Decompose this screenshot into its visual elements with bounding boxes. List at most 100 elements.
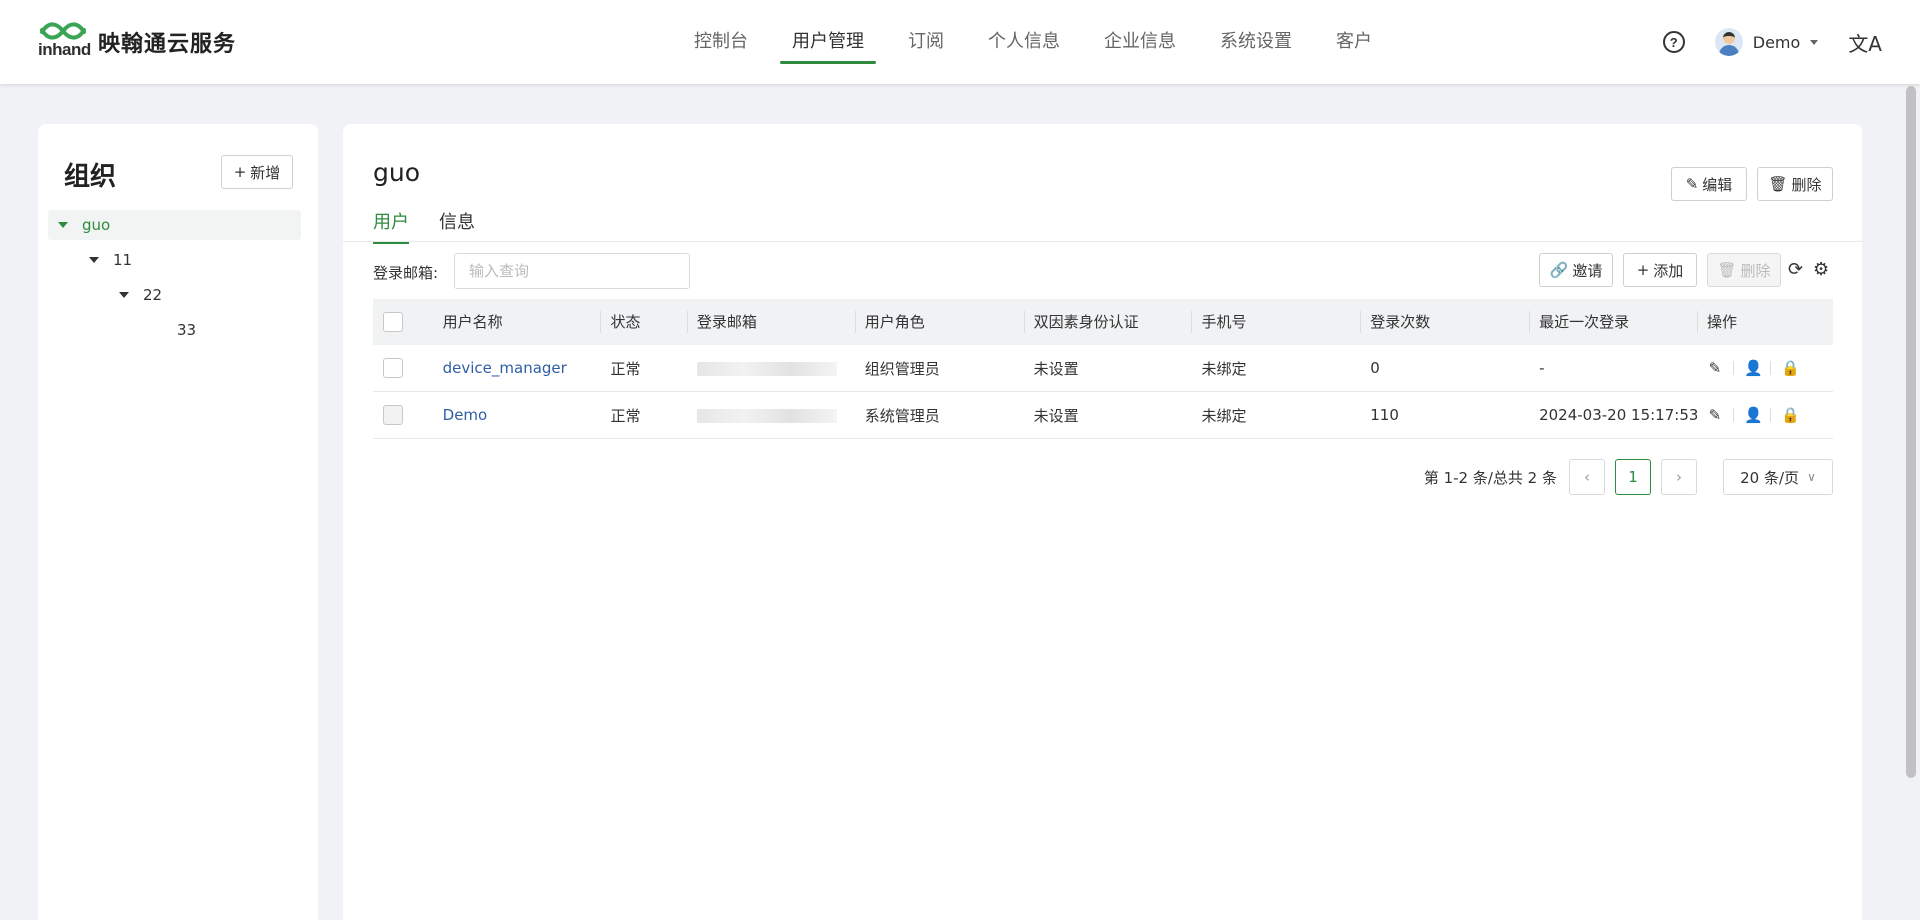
- users-table: 用户名称 状态 登录邮箱 用户角色 双因素身份认证 手机号 登录次数 最近一次登…: [373, 299, 1833, 439]
- nav-system-settings[interactable]: 系统设置: [1198, 0, 1314, 84]
- user-transfer-icon[interactable]: 👤: [1744, 359, 1763, 377]
- user-menu[interactable]: Demo: [1714, 28, 1819, 56]
- org-panel: 组织 + 新增 guo 11 22 33: [38, 124, 318, 920]
- edit-pencil-icon[interactable]: ✎: [1707, 359, 1723, 377]
- caret-down-icon[interactable]: [89, 257, 99, 263]
- invite-label: 邀请: [1572, 261, 1603, 280]
- page-number-button[interactable]: 1: [1615, 459, 1651, 495]
- user-phone: 未绑定: [1201, 406, 1247, 425]
- add-org-label: 新增: [250, 163, 281, 182]
- prev-page-button[interactable]: ‹: [1569, 459, 1605, 495]
- col-header-2fa[interactable]: 双因素身份认证: [1023, 311, 1192, 333]
- invite-button[interactable]: 🔗 邀请: [1539, 253, 1613, 287]
- caret-down-icon[interactable]: [58, 222, 68, 228]
- select-all-checkbox[interactable]: [383, 312, 403, 332]
- nav-enterprise-info[interactable]: 企业信息: [1082, 0, 1198, 84]
- nav-dashboard[interactable]: 控制台: [672, 0, 770, 84]
- help-icon[interactable]: ?: [1662, 31, 1685, 53]
- org-panel-title: 组织: [64, 162, 117, 192]
- chevron-left-icon: ‹: [1584, 468, 1590, 486]
- user-phone: 未绑定: [1201, 359, 1247, 378]
- tree-node-33[interactable]: 33: [48, 315, 301, 345]
- user-login-count: 0: [1370, 359, 1380, 377]
- user-status: 正常: [610, 359, 641, 378]
- tree-node-22[interactable]: 22: [48, 280, 301, 310]
- user-login-count: 110: [1370, 406, 1399, 424]
- tree-node-label: guo: [82, 216, 111, 234]
- inhand-logo: inhand: [38, 20, 91, 64]
- col-header-role[interactable]: 用户角色: [854, 311, 1024, 333]
- lock-icon: 🔒: [1780, 406, 1800, 424]
- user-name: Demo: [1752, 32, 1801, 52]
- col-header-name[interactable]: 用户名称: [433, 311, 601, 333]
- avatar: [1714, 28, 1743, 56]
- col-header-phone[interactable]: 手机号: [1191, 311, 1360, 333]
- row-actions: ✎ 👤 🔒: [1697, 359, 1833, 377]
- tree-node-11[interactable]: 11: [48, 245, 301, 275]
- tree-node-label: 11: [113, 251, 133, 269]
- email-search-input[interactable]: [454, 253, 690, 289]
- pencil-icon: ✎: [1685, 175, 1699, 193]
- tree-node-guo[interactable]: guo: [48, 210, 301, 240]
- col-header-login-count[interactable]: 登录次数: [1360, 311, 1529, 333]
- tab-users[interactable]: 用户: [373, 208, 409, 244]
- col-header-email[interactable]: 登录邮箱: [686, 311, 855, 333]
- user-last-login: -: [1539, 359, 1545, 377]
- brand[interactable]: inhand 映翰通云服务: [38, 20, 236, 64]
- row-actions: ✎ 👤 🔒: [1697, 406, 1833, 424]
- refresh-icon[interactable]: ⟳: [1788, 259, 1803, 280]
- table-row: device_manager 正常 组织管理员 未设置 未绑定 0 - ✎ 👤 …: [373, 345, 1833, 392]
- user-email: [687, 359, 855, 377]
- nav-user-management[interactable]: 用户管理: [770, 0, 886, 84]
- row-select-cell: [373, 358, 433, 378]
- user-name-link[interactable]: Demo: [433, 406, 601, 424]
- nav-dashboard-label: 控制台: [694, 31, 748, 52]
- trash-icon: 🗑: [1717, 261, 1737, 279]
- chevron-down-icon: [1810, 39, 1819, 45]
- pagination: 第 1-2 条/总共 2 条 ‹ 1 › 20 条/页 ∨: [343, 459, 1833, 495]
- add-user-button[interactable]: + 添加: [1623, 253, 1697, 287]
- table-row: Demo 正常 系统管理员 未设置 未绑定 110 2024-03-20 15:…: [373, 392, 1833, 439]
- row-select-cell: [373, 405, 433, 425]
- user-2fa: 未设置: [1033, 359, 1079, 378]
- col-header-status[interactable]: 状态: [600, 311, 686, 333]
- edit-button[interactable]: ✎ 编辑: [1671, 167, 1747, 201]
- caret-down-icon[interactable]: [119, 292, 129, 298]
- plus-icon: +: [1636, 261, 1650, 279]
- language-icon[interactable]: 文A: [1848, 28, 1882, 57]
- filter-label: 登录邮箱:: [373, 264, 439, 282]
- tree-node-label: 33: [177, 321, 197, 339]
- org-tree: guo 11 22 33: [48, 210, 301, 350]
- gear-icon[interactable]: ⚙: [1813, 259, 1829, 280]
- nav-subscription[interactable]: 订阅: [886, 0, 966, 84]
- user-role: 组织管理员: [864, 359, 940, 378]
- tabs: 用户 信息: [373, 208, 505, 244]
- bulk-delete-button[interactable]: 🗑 删除: [1707, 253, 1781, 287]
- pagination-summary: 第 1-2 条/总共 2 条: [1423, 468, 1557, 487]
- scrollbar-thumb[interactable]: [1906, 86, 1916, 778]
- nav-customers[interactable]: 客户: [1314, 0, 1394, 84]
- lock-icon[interactable]: 🔒: [1781, 359, 1800, 377]
- add-org-button[interactable]: + 新增: [221, 155, 293, 189]
- tab-info[interactable]: 信息: [439, 208, 475, 244]
- next-page-button[interactable]: ›: [1661, 459, 1697, 495]
- bulk-delete-label: 删除: [1740, 261, 1771, 280]
- row-checkbox[interactable]: [383, 405, 403, 425]
- top-navbar: inhand 映翰通云服务 控制台 用户管理 订阅 个人信息 企业信息 系统设置…: [0, 0, 1920, 84]
- main-panel: guo ✎编辑 🗑删除 用户 信息 登录邮箱: 🔗邀请 +添加 🗑删除 ⟳ ⚙ …: [343, 124, 1862, 920]
- col-header-last-login[interactable]: 最近一次登录: [1529, 311, 1697, 333]
- col-header-actions: 操作: [1696, 311, 1833, 333]
- delete-org-button[interactable]: 🗑 删除: [1757, 167, 1833, 201]
- nav-personal-info[interactable]: 个人信息: [966, 0, 1082, 84]
- link-icon: 🔗: [1549, 261, 1569, 279]
- page-title: guo: [373, 158, 421, 187]
- edit-pencil-icon[interactable]: ✎: [1707, 406, 1723, 424]
- page-size-select[interactable]: 20 条/页 ∨: [1723, 459, 1833, 495]
- trash-icon: 🗑: [1768, 175, 1788, 193]
- table-header: 用户名称 状态 登录邮箱 用户角色 双因素身份认证 手机号 登录次数 最近一次登…: [373, 299, 1833, 345]
- row-checkbox[interactable]: [383, 358, 403, 378]
- chevron-down-icon: ∨: [1807, 470, 1816, 484]
- nav-personal-info-label: 个人信息: [988, 31, 1060, 52]
- user-name-link[interactable]: device_manager: [433, 359, 601, 377]
- header-tools: ? Demo 文A: [1662, 0, 1920, 84]
